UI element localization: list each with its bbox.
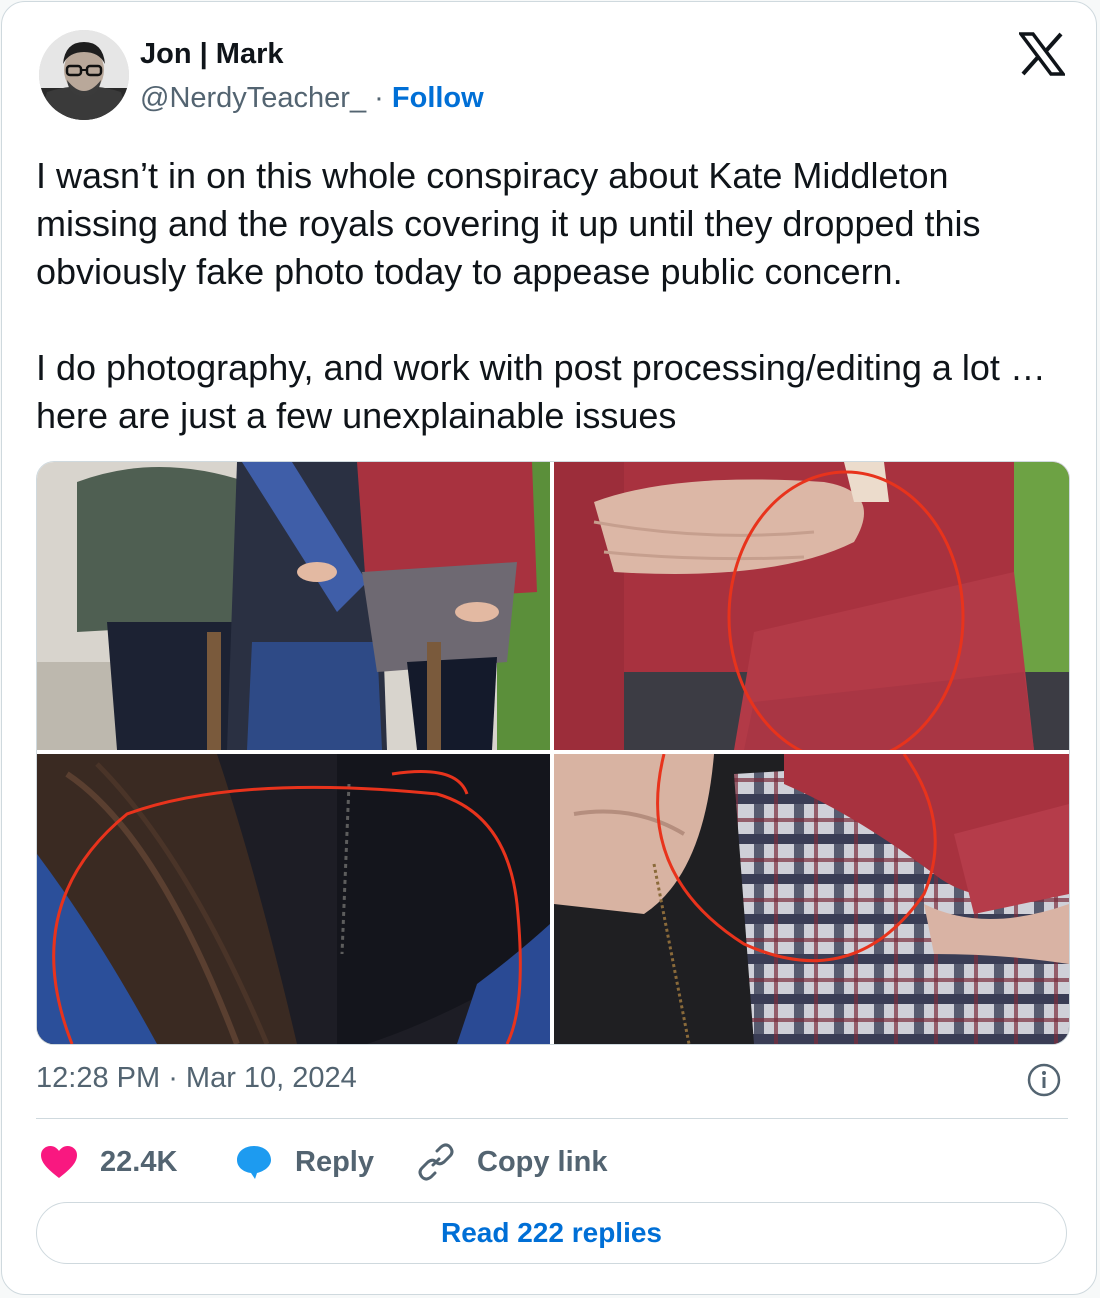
- photo-sleeve-closeup[interactable]: [554, 462, 1069, 750]
- speech-bubble-icon: [237, 1146, 271, 1179]
- author-handle-row: @NerdyTeacher_ · Follow: [140, 82, 484, 115]
- tweet-card: Jon | Mark @NerdyTeacher_ · Follow I was…: [1, 1, 1097, 1295]
- info-icon[interactable]: [1027, 1063, 1061, 1097]
- copy-link-button[interactable]: Copy link: [417, 1142, 608, 1182]
- author-name[interactable]: Jon | Mark: [140, 38, 284, 71]
- follow-button[interactable]: Follow: [392, 82, 484, 114]
- photo-grid: [36, 461, 1070, 1045]
- tweet-date: Mar 10, 2024: [185, 1062, 357, 1094]
- tweet-time: 12:28 PM: [36, 1062, 161, 1094]
- copy-link-label: Copy link: [477, 1145, 608, 1178]
- reply-label: Reply: [295, 1145, 374, 1178]
- author-handle[interactable]: @NerdyTeacher_: [140, 82, 366, 114]
- photo-hair-closeup[interactable]: [37, 754, 550, 1044]
- x-logo-icon[interactable]: [1019, 32, 1065, 76]
- avatar[interactable]: [39, 30, 129, 120]
- read-replies-button[interactable]: Read 222 replies: [36, 1202, 1067, 1264]
- photo-group-image[interactable]: [37, 462, 550, 750]
- heart-icon: [41, 1146, 77, 1178]
- photo-skirt-closeup[interactable]: [554, 754, 1069, 1044]
- like-button[interactable]: 22.4K: [40, 1142, 177, 1182]
- handle-separator: ·: [366, 82, 392, 114]
- reply-button[interactable]: Reply: [235, 1142, 374, 1182]
- tweet-text: I wasn’t in on this whole conspiracy abo…: [36, 155, 1046, 436]
- link-icon: [418, 1143, 454, 1181]
- tweet-timestamp[interactable]: 12:28 PM · Mar 10, 2024: [36, 1062, 357, 1095]
- divider: [36, 1118, 1068, 1119]
- like-count: 22.4K: [100, 1145, 178, 1178]
- timestamp-separator: ·: [160, 1062, 186, 1094]
